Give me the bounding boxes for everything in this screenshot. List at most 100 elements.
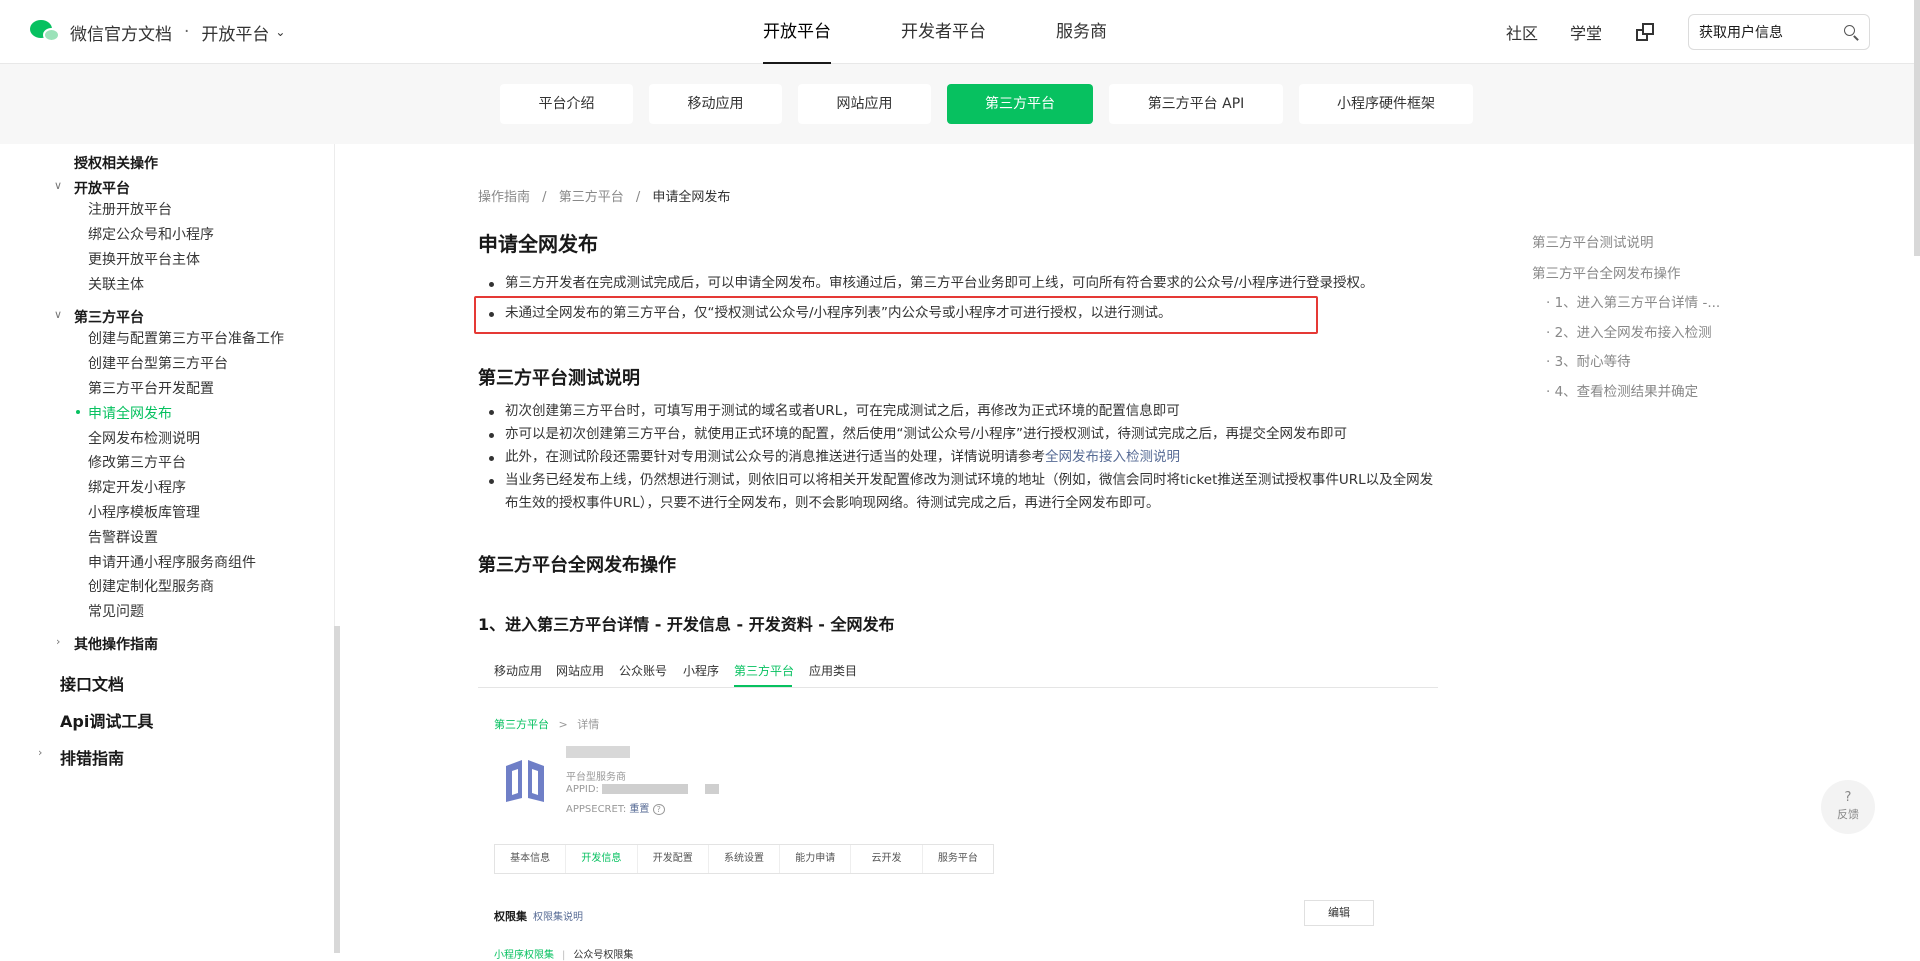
subtab-mini-hardware[interactable]: 小程序硬件框架	[1299, 84, 1473, 124]
sub-tabs: 平台介绍 移动应用 网站应用 第三方平台 第三方平台 API 小程序硬件框架	[500, 84, 1489, 124]
breadcrumb-third-party[interactable]: 第三方平台	[559, 190, 624, 205]
sidebar-item-faq[interactable]: 常见问题	[88, 601, 144, 621]
shot-inner-tab: 云开发	[851, 845, 923, 873]
toc-item-release[interactable]: 第三方平台全网发布操作	[1532, 262, 1681, 282]
nav-service-provider[interactable]: 服务商	[1056, 0, 1107, 64]
toc-item-test[interactable]: 第三方平台测试说明	[1532, 231, 1654, 251]
table-of-contents: 第三方平台测试说明 第三方平台全网发布操作 · 1、进入第三方平台详情 -...…	[1532, 144, 1772, 644]
chevron-down-icon[interactable]: ⌄	[275, 25, 285, 39]
perm-title: 权限集	[494, 910, 527, 923]
breadcrumb-guide[interactable]: 操作指南	[478, 190, 530, 205]
sidebar-auth-ops[interactable]: 授权相关操作	[74, 153, 158, 173]
brand-separator: ·	[184, 22, 190, 42]
nav-open-platform[interactable]: 开放平台	[763, 0, 831, 64]
sidebar-troubleshoot[interactable]: 排错指南	[60, 745, 124, 769]
sidebar-item-prepare[interactable]: 创建与配置第三方平台准备工作	[88, 328, 284, 348]
wechat-logo-icon	[28, 18, 62, 46]
sidebar-other-ops[interactable]: 其他操作指南	[74, 634, 158, 654]
left-sidebar: 授权相关操作 ∨ 开放平台 注册开放平台 绑定公众号和小程序 更换开放平台主体 …	[0, 144, 334, 953]
active-dot-icon	[76, 410, 80, 414]
chevron-right-icon[interactable]: ›	[38, 746, 42, 759]
shot-tab: 网站应用	[556, 664, 605, 678]
sidebar-item-template-lib[interactable]: 小程序模板库管理	[88, 502, 200, 522]
toc-subitem[interactable]: · 4、查看检测结果并确定	[1546, 380, 1698, 400]
release-check-link[interactable]: 全网发布接入检测说明	[1045, 449, 1180, 465]
sidebar-item-modify[interactable]: 修改第三方平台	[88, 452, 186, 472]
platform-logo-icon	[506, 760, 544, 802]
subtab-mobile-app[interactable]: 移动应用	[649, 84, 782, 124]
community-link[interactable]: 社区	[1506, 20, 1538, 44]
sidebar-item-create-platform[interactable]: 创建平台型第三方平台	[88, 353, 228, 373]
shot-perm-tab-mini: 小程序权限集	[494, 950, 554, 961]
appsecret-label: APPSECRET:	[566, 804, 627, 815]
breadcrumb-separator: /	[542, 190, 547, 205]
nav-developer-platform[interactable]: 开发者平台	[901, 0, 986, 64]
sidebar-item-alert-group[interactable]: 告警群设置	[88, 527, 158, 547]
sidebar-item-dev-config[interactable]: 第三方平台开发配置	[88, 378, 214, 398]
chevron-down-icon[interactable]: ∨	[54, 308, 62, 321]
sidebar-item-register[interactable]: 注册开放平台	[88, 199, 172, 219]
shot-edit-button: 编辑	[1304, 900, 1374, 926]
feedback-button[interactable]: ? 反馈	[1821, 780, 1875, 834]
sidebar-item-custom-provider[interactable]: 创建定制化型服务商	[88, 576, 214, 596]
subtab-platform-intro[interactable]: 平台介绍	[500, 84, 633, 124]
screenshot-detail-card: 第三方平台 > 详情 平台型服务商 APPID: APPSECRET: 重置 ?…	[494, 716, 1394, 961]
shot-inner-tab: 服务平台	[937, 853, 978, 864]
sidebar-api-debug[interactable]: Api调试工具	[60, 708, 153, 732]
top-header: 微信官方文档 · 开放平台 ⌄ 开放平台 开发者平台 服务商 社区 学堂 获取用…	[0, 0, 1920, 64]
brand[interactable]: 微信官方文档 · 开放平台 ⌄	[28, 16, 285, 48]
toc-subitem[interactable]: · 2、进入全网发布接入检测	[1546, 321, 1712, 341]
header-right: 社区 学堂 获取用户信息	[1506, 0, 1870, 64]
sidebar-item-linked-entity[interactable]: 关联主体	[88, 274, 144, 294]
sidebar-item-release-check[interactable]: 全网发布检测说明	[88, 428, 200, 448]
section-test-title: 第三方平台测试说明	[478, 368, 640, 389]
sidebar-item-bind-mini[interactable]: 绑定开发小程序	[88, 477, 186, 497]
sidebar-item-change-owner[interactable]: 更换开放平台主体	[88, 249, 200, 269]
sidebar-third-party[interactable]: 第三方平台	[74, 307, 144, 327]
shot-inner-tab: 能力申请	[780, 845, 852, 873]
blurred-appid	[602, 784, 689, 794]
shot-tab: 小程序	[683, 664, 720, 678]
academy-link[interactable]: 学堂	[1570, 20, 1602, 44]
intro-bullet: 第三方开发者在完成测试完成后，可以申请全网发布。审核通过后，第三方平台业务即可上…	[478, 272, 1438, 295]
reset-link: 重置	[629, 804, 650, 815]
chevron-right-icon[interactable]: ›	[56, 635, 60, 648]
shot-breadcrumb: 第三方平台 > 详情	[494, 716, 599, 732]
question-icon: ?	[1844, 790, 1852, 805]
search-value[interactable]: 获取用户信息	[1699, 22, 1783, 42]
breadcrumb-separator: /	[635, 190, 641, 205]
shot-inner-tabs: 基本信息 开发信息 开发配置 系统设置 能力申请 云开发 服务平台	[494, 844, 994, 874]
subtab-third-party[interactable]: 第三方平台	[947, 84, 1093, 124]
perm-link: 权限集说明	[533, 912, 583, 923]
sidebar-open-platform[interactable]: 开放平台	[74, 178, 130, 198]
shot-appsecret: APPSECRET: 重置 ?	[566, 800, 665, 815]
switch-window-icon[interactable]	[1634, 21, 1656, 43]
page-scrollbar[interactable]	[1914, 0, 1920, 256]
sidebar-api-docs[interactable]: 接口文档	[60, 671, 124, 695]
section-release-title: 第三方平台全网发布操作	[478, 555, 676, 576]
blurred-appid	[705, 784, 720, 794]
platform-switcher[interactable]: 开放平台	[201, 20, 269, 45]
subtab-third-party-api[interactable]: 第三方平台 API	[1109, 84, 1283, 124]
shot-perm-title: 权限集 权限集说明	[494, 908, 583, 924]
toc-subitem[interactable]: · 1、进入第三方平台详情 -...	[1546, 291, 1720, 311]
chevron-down-icon[interactable]: ∨	[54, 179, 62, 192]
screenshot-tabs: 移动应用 网站应用 公众账号 小程序 第三方平台 应用类目	[478, 654, 1438, 688]
test-bullet: 初次创建第三方平台时，可填写用于测试的域名或者URL，可在完成测试之后，再修改为…	[478, 400, 1438, 423]
shot-tab-active: 第三方平台	[734, 664, 795, 678]
search-icon[interactable]	[1843, 24, 1859, 41]
sidebar-item-apply-release[interactable]: 申请全网发布	[88, 403, 172, 423]
toc-subitem[interactable]: · 3、耐心等待	[1546, 350, 1631, 370]
top-nav: 开放平台 开发者平台 服务商	[763, 0, 1177, 64]
blurred-name	[566, 746, 630, 758]
sub-tab-bar: 平台介绍 移动应用 网站应用 第三方平台 第三方平台 API 小程序硬件框架	[0, 64, 1920, 144]
subtab-website-app[interactable]: 网站应用	[798, 84, 931, 124]
search-input[interactable]: 获取用户信息	[1688, 14, 1870, 50]
brand-title[interactable]: 微信官方文档	[70, 20, 172, 45]
sidebar-item-service-component[interactable]: 申请开通小程序服务商组件	[88, 552, 256, 572]
sidebar-item-bind-accounts[interactable]: 绑定公众号和小程序	[88, 224, 214, 244]
breadcrumb: 操作指南 / 第三方平台 / 申请全网发布	[478, 186, 730, 205]
shot-tab-underline	[734, 685, 792, 687]
test-bullet-text: 此外，在测试阶段还需要针对专用测试公众号的消息推送进行适当的处理，详情说明请参考	[505, 449, 1045, 465]
sidebar-scrollbar[interactable]	[334, 626, 340, 953]
